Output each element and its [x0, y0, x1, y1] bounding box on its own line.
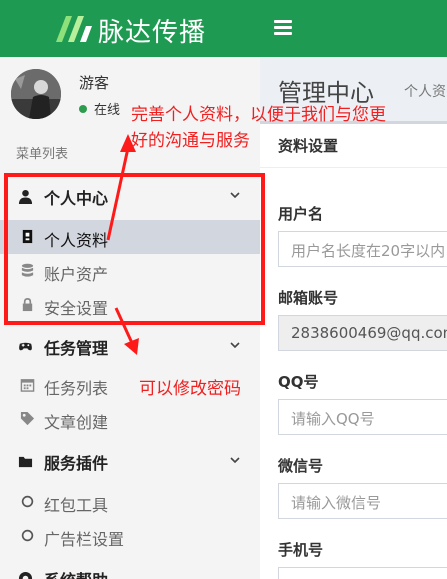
annotation-password-note: 可以修改密码	[139, 379, 241, 399]
sidebar-item-ad-settings[interactable]: 广告栏设置	[0, 519, 260, 553]
sidebar-item-profile[interactable]: 个人资料	[0, 220, 260, 254]
panel-title: 资料设置	[278, 137, 339, 155]
phone-label: 手机号	[278, 541, 324, 559]
email-label: 邮箱账号	[278, 289, 339, 307]
sidebar-item-label: 红包工具	[44, 496, 109, 515]
qq-input[interactable]: 请输入QQ号	[278, 399, 447, 435]
sidebar-item-label: 账户资产	[44, 265, 109, 284]
tag-icon	[20, 411, 35, 426]
phone-input[interactable]: 请输入手机号	[278, 567, 447, 579]
username-label: 用户名	[278, 205, 324, 223]
sidebar-group-personal[interactable]: 个人中心	[0, 177, 260, 215]
menu-caption: 菜单列表	[16, 147, 69, 162]
menu-toggle-icon[interactable]	[274, 20, 292, 38]
sidebar-item-label: 安全设置	[44, 299, 109, 318]
sidebar-group-label: 服务插件	[44, 454, 109, 473]
lock-icon	[22, 298, 33, 312]
top-navbar: 脉达传播	[0, 0, 447, 57]
sidebar-item-article-create[interactable]: 文章创建	[0, 402, 260, 436]
user-name: 游客	[79, 74, 110, 92]
sidebar-group-label: 个人中心	[44, 189, 109, 208]
username-input[interactable]: 用户名长度在20字以内	[278, 231, 447, 267]
page-subtitle: 个人资	[404, 84, 446, 100]
chevron-down-icon	[230, 457, 240, 464]
brand-name: 脉达传播	[98, 18, 207, 48]
profile-panel: 资料设置 用户名 用户名长度在20字以内 邮箱账号 2838600469@qq.…	[260, 121, 447, 579]
brand-logo[interactable]: 脉达传播	[0, 0, 260, 57]
circle-icon	[21, 495, 34, 508]
user-icon	[18, 189, 33, 204]
sidebar-item-label: 文章创建	[44, 413, 109, 432]
sidebar-item-assets[interactable]: 账户资产	[0, 254, 260, 288]
help-icon	[18, 571, 33, 579]
wechat-input[interactable]: 请输入微信号	[278, 483, 447, 519]
sidebar-group-tasks[interactable]: 任务管理	[0, 327, 260, 365]
folder-icon	[18, 456, 33, 468]
sidebar-group-plugins[interactable]: 服务插件	[0, 442, 260, 480]
sidebar-group-label: 任务管理	[44, 339, 109, 358]
qq-label: QQ号	[278, 373, 319, 391]
sidebar-item-red-packet[interactable]: 红包工具	[0, 485, 260, 519]
circle-icon	[21, 529, 34, 542]
email-field[interactable]: 2838600469@qq.com	[278, 315, 447, 351]
avatar	[11, 69, 61, 119]
sidebar-group-help[interactable]: 系统帮助	[0, 559, 260, 579]
main-content: 管理中心 个人资 资料设置 用户名 用户名长度在20字以内 邮箱账号 28386…	[260, 57, 447, 579]
calendar-icon	[20, 379, 35, 392]
panel-divider	[260, 167, 447, 168]
logo-mark-icon	[56, 16, 92, 42]
id-card-icon	[22, 229, 33, 244]
sidebar-item-label: 任务列表	[44, 379, 109, 398]
online-status-label: 在线	[94, 103, 121, 118]
gamepad-icon	[19, 342, 32, 351]
sidebar-item-label: 广告栏设置	[44, 530, 125, 549]
sidebar-item-security[interactable]: 安全设置	[0, 288, 260, 322]
database-icon	[21, 263, 34, 277]
sidebar-group-label: 系统帮助	[44, 567, 108, 579]
sidebar-item-label: 个人资料	[44, 231, 109, 250]
chevron-down-icon	[230, 342, 240, 349]
online-status: 在线	[79, 99, 120, 118]
chevron-down-icon	[230, 192, 240, 199]
wechat-label: 微信号	[278, 457, 324, 475]
online-dot-icon	[79, 104, 87, 113]
annotation-profile-note-line1: 完善个人资料，以便于我们与您更	[131, 105, 386, 125]
annotation-profile-note-line2: 好的沟通与服务	[131, 131, 250, 151]
